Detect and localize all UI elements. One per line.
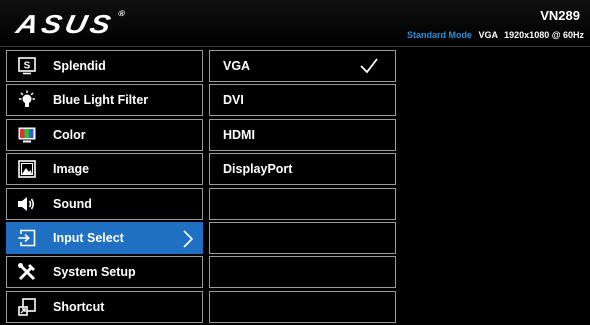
menu-item-color[interactable]: Color — [6, 118, 203, 151]
menu-item-blue-light-filter[interactable]: Blue Light Filter — [6, 84, 203, 117]
option-dvi[interactable]: DVI — [209, 84, 396, 117]
option-hdmi[interactable]: HDMI — [209, 118, 396, 151]
menu-item-label: Input Select — [53, 230, 124, 245]
menu-item-label: Image — [53, 162, 90, 177]
input-select-icon — [17, 228, 37, 248]
menu-item-system-setup[interactable]: System Setup — [6, 256, 203, 289]
menu-item-input-select[interactable]: Input Select — [6, 221, 203, 254]
main-menu: S Splendid Blue Light Filter Color Image… — [6, 50, 203, 325]
option-vga[interactable]: VGA — [209, 50, 396, 82]
option-empty — [209, 187, 396, 220]
menu-item-sound[interactable]: Sound — [6, 187, 203, 220]
resolution-label: 1920x1080 @ 60Hz — [504, 30, 584, 40]
chevron-right-icon — [182, 230, 194, 253]
menu-item-label: Splendid — [53, 59, 106, 73]
menu-item-label: Shortcut — [53, 299, 105, 314]
option-label: VGA — [223, 59, 251, 73]
color-icon — [17, 125, 37, 145]
option-label: DVI — [223, 93, 244, 108]
option-empty — [209, 256, 396, 289]
logo-text: ASUS — [13, 9, 117, 39]
tools-icon — [17, 262, 37, 282]
asus-logo: ASUS® — [13, 9, 126, 39]
option-label: DisplayPort — [223, 162, 293, 177]
shortcut-icon — [17, 297, 37, 317]
bulb-icon — [17, 90, 37, 110]
option-displayport[interactable]: DisplayPort — [209, 153, 396, 186]
menu-item-label: Sound — [53, 196, 92, 211]
input-options-panel: VGA DVI HDMI DisplayPort — [209, 50, 396, 325]
splendid-icon: S — [17, 56, 37, 76]
osd-header: ASUS® VN289 Standard Mode VGA 1920x1080 … — [0, 0, 590, 47]
option-empty — [209, 290, 396, 323]
option-label: HDMI — [223, 127, 255, 142]
menu-item-label: Blue Light Filter — [53, 93, 149, 108]
signal-label: VGA — [478, 30, 498, 40]
speaker-icon — [17, 194, 37, 214]
menu-item-shortcut[interactable]: Shortcut — [6, 290, 203, 323]
mode-label: Standard Mode — [406, 30, 472, 40]
status-bar: Standard Mode VGA 1920x1080 @ 60Hz — [407, 30, 584, 40]
menu-item-label: System Setup — [53, 265, 136, 280]
option-empty — [209, 221, 396, 254]
checkmark-icon — [359, 57, 379, 80]
menu-item-label: Color — [53, 127, 86, 142]
menu-item-splendid[interactable]: S Splendid — [6, 50, 203, 82]
image-icon — [17, 159, 37, 179]
svg-text:S: S — [24, 61, 31, 72]
model-name: VN289 — [540, 8, 580, 23]
menu-item-image[interactable]: Image — [6, 153, 203, 186]
